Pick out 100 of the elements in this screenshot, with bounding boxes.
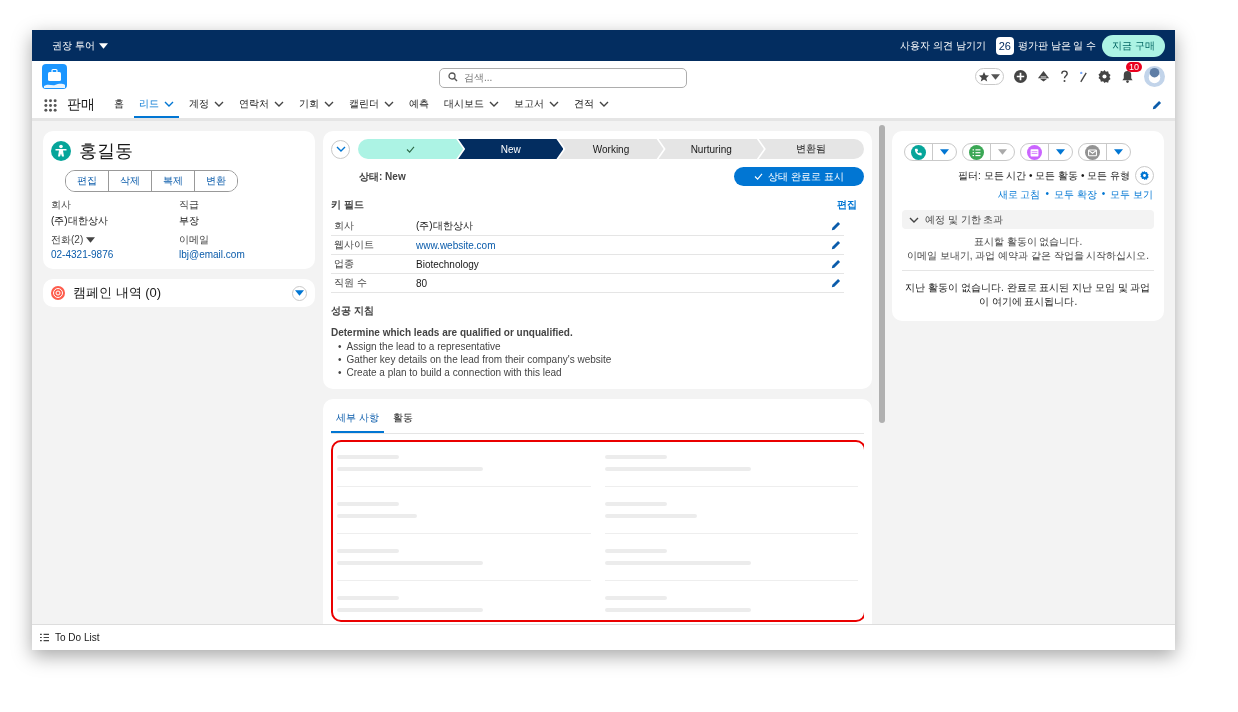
field-link[interactable]: www.website.com [416, 239, 496, 251]
nav-tab[interactable]: 연락처 [234, 92, 289, 118]
section-title: 키 필드 [331, 198, 364, 212]
pencil-icon[interactable] [1152, 100, 1162, 110]
nav-tab[interactable]: 견적 [569, 92, 614, 118]
tab[interactable]: 세부 사항 [331, 409, 384, 433]
campaign-menu-button[interactable] [292, 285, 307, 301]
nav-tab[interactable]: 계정 [184, 92, 229, 118]
briefcase-logo-icon [42, 64, 67, 89]
status-label: 상태: New [359, 169, 406, 184]
todo-list-button[interactable]: To Do List [55, 632, 100, 643]
path-stage[interactable]: Nurturing [658, 139, 764, 159]
chevron-down-icon[interactable] [214, 101, 224, 107]
chevron-down-icon[interactable] [384, 101, 394, 107]
mark-complete-button[interactable]: 상태 완료로 표시 [734, 167, 864, 186]
check-icon [406, 145, 416, 153]
field-label: 업종 [333, 257, 355, 271]
nav-tab[interactable]: 기회 [294, 92, 339, 118]
activity-button[interactable] [904, 143, 957, 161]
chevron-down-icon[interactable] [274, 101, 284, 107]
bullet-mark: • [338, 366, 342, 379]
chevron-down-icon[interactable] [599, 101, 609, 107]
chevron-down-icon[interactable] [909, 216, 919, 223]
chevron-down-icon[interactable] [324, 101, 334, 107]
chevron-down-icon[interactable] [335, 146, 346, 152]
activity-link[interactable]: 모두 보기 [1110, 188, 1153, 202]
target-icon [51, 286, 65, 300]
chevron-down-icon[interactable] [549, 101, 559, 107]
field-link[interactable]: 02-4321-9876 [51, 249, 114, 260]
activity-button[interactable] [1020, 143, 1073, 161]
path-stage[interactable]: 변환됨 [758, 139, 864, 159]
field-label: 직원 수 [333, 276, 368, 290]
field-link[interactable]: lbj@email.com [179, 249, 245, 260]
search-icon [448, 72, 458, 82]
separator-dot: • [1045, 188, 1049, 201]
bullet-mark: • [338, 340, 342, 353]
field-label: 이메일 [179, 233, 209, 247]
notification-bell-icon[interactable] [1121, 70, 1134, 83]
edit-link[interactable]: 편집 [837, 198, 857, 212]
buy-now-button[interactable]: 지금 구매 [1102, 34, 1165, 57]
empty-message: 지난 활동이 없습니다. 완료로 표시된 지난 모임 및 과업이 여기에 표시됩니다. [904, 281, 1152, 309]
field-value: (주)대한상사 [416, 220, 473, 231]
scrollbar-thumb[interactable] [879, 125, 885, 423]
record-action-button[interactable]: 변환 [194, 171, 237, 191]
field-label: 직급 [179, 198, 199, 212]
activity-link[interactable]: 모두 확장 [1053, 188, 1097, 202]
tab[interactable]: 활동 [387, 409, 418, 433]
field-label: 회사 [333, 219, 355, 233]
search-field[interactable]: 검색... [439, 67, 687, 88]
empty-message: 표시할 활동이 없습니다. [972, 235, 1084, 249]
nav-tab[interactable]: 보고서 [509, 92, 564, 118]
notification-count: 10 [1126, 62, 1142, 72]
separator-dot: • [1101, 188, 1106, 201]
activity-link[interactable]: 새로 고침 [997, 188, 1041, 202]
caret-down-icon[interactable] [86, 237, 96, 243]
section-title: 성공 지침 [331, 304, 375, 318]
settings-icon [1140, 171, 1149, 180]
feedback-link[interactable]: 사용자 의견 남기기 [900, 38, 986, 53]
record-name: 홍길동 [79, 140, 133, 163]
collapse-button[interactable] [331, 139, 350, 159]
app-name: 판매 [67, 96, 95, 114]
check-icon [754, 173, 764, 180]
path-stage[interactable]: Working [558, 139, 664, 159]
help-icon[interactable] [1060, 70, 1069, 83]
star-icon [979, 71, 989, 82]
caret-down-icon[interactable] [98, 42, 108, 49]
checklist-icon [40, 633, 49, 642]
guidance-heading: Determine which leads are qualified or unqualified. [331, 327, 574, 338]
add-icon[interactable] [1014, 70, 1027, 83]
field-label: 전화(2) [51, 233, 84, 247]
filter-settings-button[interactable] [1135, 166, 1154, 185]
field-value: (주)대한상사 [51, 214, 108, 228]
guidance-item: Assign the lead to a representative [346, 340, 501, 353]
campaign-title: 캠페인 내역 (0) [73, 284, 163, 302]
app-launcher-icon[interactable] [44, 98, 57, 112]
empty-message: 이메일 보내기, 과업 예약과 같은 작업을 시작하십시오. [905, 249, 1151, 263]
guided-tour-menu[interactable]: 권장 투어 [52, 38, 108, 53]
upcoming-section-header[interactable]: 예정 및 기한 초과 [902, 210, 1154, 229]
activity-button[interactable] [962, 143, 1015, 161]
nav-tab[interactable]: 리드 [134, 92, 179, 118]
settings-icon[interactable] [1098, 70, 1111, 83]
field-label: 회사 [51, 198, 71, 212]
magic-wand-icon[interactable] [1079, 70, 1088, 83]
avatar-icon[interactable] [1144, 66, 1165, 87]
section-title: 예정 및 기한 초과 [925, 212, 1004, 227]
nav-tab[interactable]: 홈 [109, 92, 129, 118]
trial-days-count: 26 [995, 36, 1014, 55]
lead-icon [51, 141, 71, 161]
caret-down-icon[interactable] [991, 73, 1000, 80]
path-stage[interactable]: New [458, 139, 564, 159]
trailhead-icon[interactable] [1037, 70, 1050, 83]
path-stage[interactable] [358, 139, 464, 159]
chevron-down-icon[interactable] [489, 101, 499, 107]
chevron-down-icon[interactable] [164, 101, 174, 107]
activity-button[interactable] [1078, 143, 1131, 161]
nav-tab[interactable]: 대시보드 [439, 92, 504, 118]
field-value: 80 [416, 277, 428, 289]
guidance-item: Create a plan to build a connection with this lead [346, 366, 562, 379]
nav-tab[interactable]: 캘린더 [344, 92, 399, 118]
nav-tab[interactable]: 예측 [404, 92, 434, 118]
